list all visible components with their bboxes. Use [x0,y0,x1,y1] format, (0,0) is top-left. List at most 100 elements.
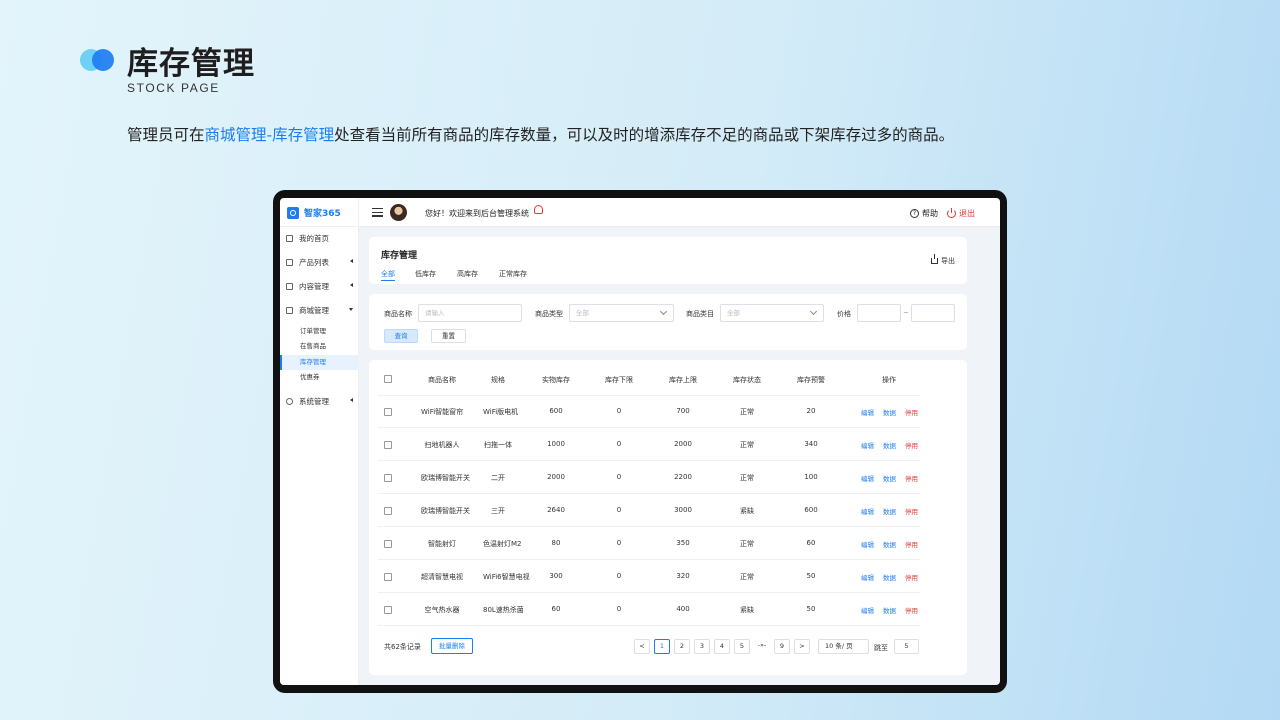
cell-stock: 2000 [547,473,565,481]
name-input[interactable]: 请输入 [418,304,522,322]
row-checkbox[interactable] [384,573,392,581]
edit-link[interactable]: 编辑 [861,539,874,549]
page-2-button[interactable]: 2 [674,639,690,654]
data-link[interactable]: 数据 [883,440,896,450]
query-button[interactable]: 查询 [384,329,418,343]
jump-page-input[interactable]: 5 [894,639,919,654]
total-records: 共62条记录 [384,643,421,651]
cell-spec: 扫拖一体 [484,441,512,449]
sidebar-item-content[interactable]: 内容管理 [280,278,359,294]
page-9-button[interactable]: 9 [774,639,790,654]
sidebar-item-home[interactable]: 我的首页 [280,230,359,246]
page-1-button[interactable]: 1 [654,639,670,654]
brand[interactable]: 智家365 [280,198,359,227]
data-link[interactable]: 数据 [883,407,896,417]
chevron-down-icon [349,308,353,311]
edit-link[interactable]: 编辑 [861,473,874,483]
row-checkbox[interactable] [384,606,392,614]
slide-description: 管理员可在商城管理-库存管理处查看当前所有商品的库存数量，可以及时的增添库存不足… [127,123,954,145]
cell-max: 700 [676,407,690,415]
logout-label: 退出 [959,209,975,218]
desc-highlight: 商城管理-库存管理 [204,126,335,144]
tab-high[interactable]: 高库存 [457,269,478,281]
jump-label: 跳至 [874,644,888,652]
chevron-down-icon [659,307,668,316]
edit-link[interactable]: 编辑 [861,605,874,615]
stop-link[interactable]: 停用 [905,473,918,483]
data-link[interactable]: 数据 [883,473,896,483]
edit-link[interactable]: 编辑 [861,407,874,417]
export-button[interactable]: 导出 [931,254,955,266]
row-checkbox[interactable] [384,507,392,515]
category-label: 商品类目 [686,310,714,318]
row-checkbox[interactable] [384,474,392,482]
data-link[interactable]: 数据 [883,506,896,516]
data-link[interactable]: 数据 [883,605,896,615]
stop-link[interactable]: 停用 [905,407,918,417]
price-max-input[interactable] [911,304,955,322]
app-screen: 智家365 您好！欢迎来到后台管理系统 ? 帮助 退出 我的首页 产品列表 内容… [280,198,1000,685]
sidebar-item-products[interactable]: 产品列表 [280,254,359,270]
col-header-min: 库存下限 [605,376,633,384]
avatar[interactable] [390,204,407,221]
sidebar-item-system[interactable]: 系统管理 [280,393,359,409]
price-min-input[interactable] [857,304,901,322]
power-icon [947,208,956,218]
reset-button[interactable]: 重置 [431,329,466,343]
sidebar-item-shop[interactable]: 商城管理 [280,302,359,318]
price-label: 价格 [837,310,851,318]
tab-normal[interactable]: 正常库存 [499,269,527,281]
stop-link[interactable]: 停用 [905,539,918,549]
tab-all[interactable]: 全部 [381,269,395,281]
edit-link[interactable]: 编辑 [861,572,874,582]
batch-delete-button[interactable]: 批量删除 [431,638,473,654]
cell-name: WiFi智能窗帘 [421,408,464,416]
next-page-button[interactable]: > [794,639,810,654]
tab-low[interactable]: 低库存 [415,269,436,281]
category-select[interactable]: 全部 [720,304,824,322]
row-checkbox[interactable] [384,540,392,548]
stop-link[interactable]: 停用 [905,440,918,450]
sidebar-item-label: 内容管理 [299,281,329,291]
type-select[interactable]: 全部 [569,304,674,322]
row-checkbox[interactable] [384,441,392,449]
menu-toggle-icon[interactable] [372,208,383,217]
cell-spec: WiFi版电机 [483,408,519,416]
cell-name: 超清智慧电视 [421,573,463,581]
prev-page-button[interactable]: < [634,639,650,654]
data-link[interactable]: 数据 [883,539,896,549]
sidebar-sub-coupons[interactable]: 优惠券 [280,370,359,385]
sidebar-sub-orders[interactable]: 订单管理 [280,324,359,339]
edit-link[interactable]: 编辑 [861,440,874,450]
row-divider [378,427,920,428]
sidebar-sub-stock[interactable]: 库存管理 [280,355,359,370]
page-more-button[interactable]: -»- [754,639,770,654]
stock-tabs: 全部 低库存 高库存 正常库存 [381,269,527,281]
page-size-select[interactable]: 10 条/ 页 [818,639,869,654]
help-icon: ? [910,209,919,218]
sidebar-sub-onsale[interactable]: 在售商品 [280,339,359,354]
stop-link[interactable]: 停用 [905,506,918,516]
row-divider [378,625,920,626]
cell-status: 紧缺 [740,606,754,614]
select-all-checkbox[interactable] [384,375,392,383]
cell-warning: 60 [806,539,816,547]
logout-button[interactable]: 退出 [947,208,975,219]
cell-max: 320 [676,572,690,580]
help-button[interactable]: ? 帮助 [910,208,938,219]
row-checkbox[interactable] [384,408,392,416]
stop-link[interactable]: 停用 [905,572,918,582]
cell-stock: 300 [549,572,563,580]
row-divider [378,526,920,527]
notification-bell-icon[interactable] [534,205,543,214]
stop-link[interactable]: 停用 [905,605,918,615]
page-4-button[interactable]: 4 [714,639,730,654]
edit-link[interactable]: 编辑 [861,506,874,516]
page-5-button[interactable]: 5 [734,639,750,654]
price-separator: ~ [903,309,909,317]
cell-stock: 80 [551,539,561,547]
cell-status: 正常 [740,474,754,482]
data-link[interactable]: 数据 [883,572,896,582]
page-3-button[interactable]: 3 [694,639,710,654]
cell-spec: 80L速热杀菌 [483,606,524,614]
